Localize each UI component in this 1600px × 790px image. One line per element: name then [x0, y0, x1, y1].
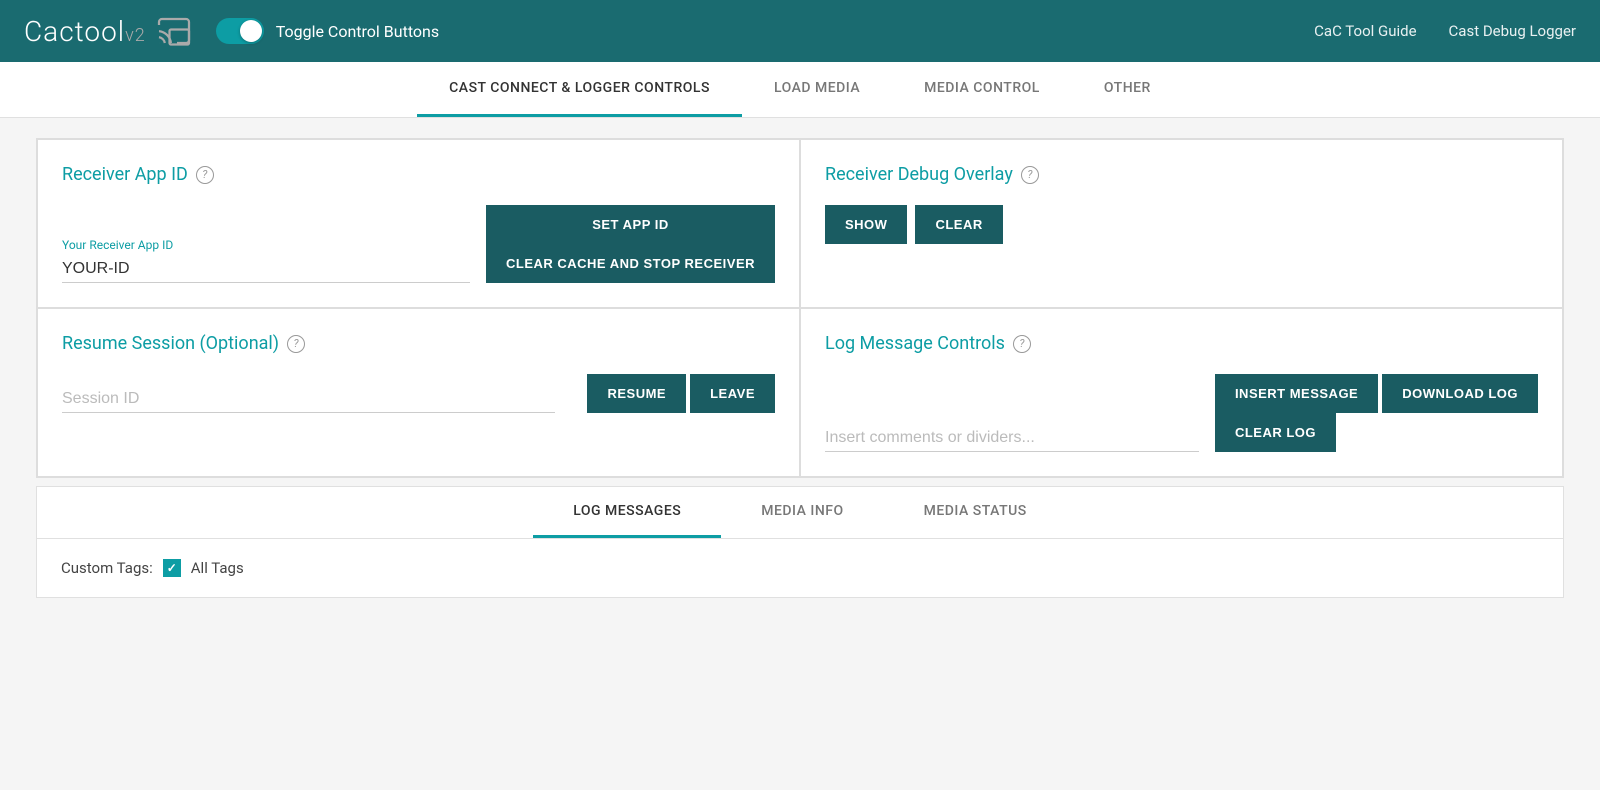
clear-log-button[interactable]: CLEAR LOG	[1215, 413, 1336, 452]
logo-text: Cactoolv2	[24, 15, 146, 48]
receiver-app-panel: Receiver App ID ? Your Receiver App ID S…	[37, 139, 800, 308]
clear-cache-button[interactable]: CLEAR CACHE AND STOP RECEIVER	[486, 244, 775, 283]
leave-button[interactable]: LEAVE	[690, 374, 775, 413]
debug-overlay-help-icon[interactable]: ?	[1021, 166, 1039, 184]
bottom-tab-media-info[interactable]: MEDIA INFO	[721, 487, 883, 538]
tab-other[interactable]: OTHER	[1072, 62, 1183, 117]
debug-overlay-panel: Receiver Debug Overlay ? SHOW CLEAR	[800, 139, 1563, 308]
main-tabs: CAST CONNECT & LOGGER CONTROLS LOAD MEDI…	[0, 62, 1600, 118]
resume-session-help-icon[interactable]: ?	[287, 335, 305, 353]
receiver-input-wrapper: Your Receiver App ID	[62, 238, 470, 283]
toggle-switch[interactable]	[216, 18, 264, 44]
receiver-app-help-icon[interactable]: ?	[196, 166, 214, 184]
receiver-input-label: Your Receiver App ID	[62, 238, 470, 252]
clear-overlay-button[interactable]: CLEAR	[915, 205, 1002, 244]
session-buttons: RESUME LEAVE	[587, 374, 775, 413]
debug-overlay-title: Receiver Debug Overlay ?	[825, 164, 1538, 185]
custom-tags-label: Custom Tags:	[61, 559, 153, 577]
download-log-button[interactable]: DOWNLOAD LOG	[1382, 374, 1538, 413]
log-controls-title-text: Log Message Controls	[825, 333, 1005, 354]
bottom-tabs: LOG MESSAGES MEDIA INFO MEDIA STATUS	[37, 487, 1563, 539]
logo-area: Cactoolv2	[24, 13, 192, 49]
all-tags-checkbox[interactable]	[163, 559, 181, 577]
logo-name: Cactool	[24, 15, 125, 48]
panel-grid: Receiver App ID ? Your Receiver App ID S…	[36, 138, 1564, 478]
receiver-app-id-input[interactable]	[62, 256, 470, 283]
session-input-wrapper	[62, 386, 555, 413]
toggle-label: Toggle Control Buttons	[276, 22, 439, 41]
receiver-buttons: SET APP ID CLEAR CACHE AND STOP RECEIVER	[486, 205, 775, 283]
insert-message-button[interactable]: INSERT MESSAGE	[1215, 374, 1378, 413]
logo-version: v2	[125, 25, 146, 46]
bottom-tab-log-messages[interactable]: LOG MESSAGES	[533, 487, 721, 538]
log-comments-input[interactable]	[825, 425, 1199, 452]
resume-session-title: Resume Session (Optional) ?	[62, 333, 775, 354]
receiver-panel-content: Your Receiver App ID SET APP ID CLEAR CA…	[62, 205, 775, 283]
main-content: Receiver App ID ? Your Receiver App ID S…	[20, 118, 1580, 618]
log-controls-title: Log Message Controls ?	[825, 333, 1538, 354]
tab-media-control[interactable]: MEDIA CONTROL	[892, 62, 1072, 117]
toggle-area[interactable]: Toggle Control Buttons	[216, 18, 439, 44]
receiver-app-title: Receiver App ID ?	[62, 164, 775, 185]
debug-overlay-title-text: Receiver Debug Overlay	[825, 164, 1013, 185]
nav-cast-debug[interactable]: Cast Debug Logger	[1449, 22, 1576, 40]
resume-button[interactable]: RESUME	[587, 374, 686, 413]
session-id-input[interactable]	[62, 386, 555, 413]
tab-cast-connect[interactable]: CAST CONNECT & LOGGER CONTROLS	[417, 62, 742, 117]
nav-cac-guide[interactable]: CaC Tool Guide	[1314, 22, 1416, 40]
cast-icon	[156, 13, 192, 49]
tab-load-media[interactable]: LOAD MEDIA	[742, 62, 892, 117]
debug-buttons: SHOW CLEAR	[825, 205, 1538, 244]
log-panel-content: INSERT MESSAGE DOWNLOAD LOG CLEAR LOG	[825, 374, 1538, 452]
bottom-section: LOG MESSAGES MEDIA INFO MEDIA STATUS Cus…	[36, 486, 1564, 598]
resume-session-panel: Resume Session (Optional) ? RESUME LEAVE	[37, 308, 800, 477]
bottom-tab-media-status[interactable]: MEDIA STATUS	[884, 487, 1067, 538]
resume-session-title-text: Resume Session (Optional)	[62, 333, 279, 354]
receiver-app-title-text: Receiver App ID	[62, 164, 188, 185]
toggle-thumb	[240, 20, 262, 42]
app-header: Cactoolv2 Toggle Control Buttons CaC Too…	[0, 0, 1600, 62]
all-tags-label: All Tags	[191, 559, 244, 577]
set-app-id-button[interactable]: SET APP ID	[486, 205, 775, 244]
log-input-wrapper	[825, 425, 1199, 452]
session-panel-content: RESUME LEAVE	[62, 374, 775, 413]
log-buttons: INSERT MESSAGE DOWNLOAD LOG CLEAR LOG	[1215, 374, 1538, 452]
custom-tags-row: Custom Tags: All Tags	[37, 539, 1563, 597]
log-buttons-row1: INSERT MESSAGE DOWNLOAD LOG	[1215, 374, 1538, 413]
show-overlay-button[interactable]: SHOW	[825, 205, 907, 244]
header-nav: CaC Tool Guide Cast Debug Logger	[1314, 22, 1576, 40]
log-controls-panel: Log Message Controls ? INSERT MESSAGE DO…	[800, 308, 1563, 477]
log-controls-help-icon[interactable]: ?	[1013, 335, 1031, 353]
